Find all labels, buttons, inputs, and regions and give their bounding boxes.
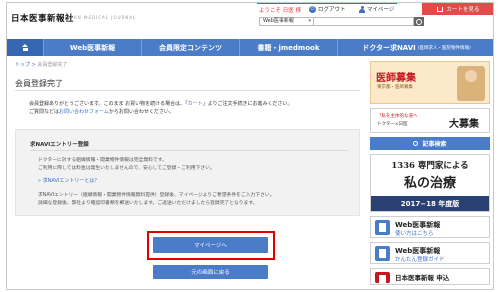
banner-subtitle: かんたん登録ガイド: [395, 257, 445, 263]
banner-subtitle: 「私を主体的な道へ: [377, 114, 418, 119]
main-nav: Web医事新報 会員限定コンテンツ 書籍・jmedmook ドクター求NAVI …: [7, 39, 493, 56]
web-register-banner[interactable]: Web医事新報 かんたん登録ガイド: [370, 242, 490, 264]
nav-label: 会員限定コンテンツ: [159, 43, 222, 52]
banner-title: 大募集: [449, 119, 479, 130]
contact-message: ご質問などはお問い合わせフォームからお問い合わせください。: [29, 108, 174, 115]
nav-web-ijishinpo[interactable]: Web医事新報: [44, 39, 142, 56]
mypage-button[interactable]: マイページへ: [153, 237, 268, 253]
panel-divider: [30, 150, 348, 151]
book-edition: 2017−18 年度版: [371, 196, 489, 211]
logout-link[interactable]: ⏻ ログアウト: [309, 5, 346, 13]
panel-text: ご利用に際しては料金は発生いたしませんので、安心してご登録・ご利用下さい。: [38, 166, 215, 171]
welcome-text: ようこそ 日医 様: [259, 8, 301, 14]
nav-label: Web医事新報: [69, 43, 116, 52]
logo-subtitle: JAPAN MEDICAL JOURNAL: [65, 15, 137, 20]
magazine-icon: [375, 272, 390, 284]
logout-icon: ⏻: [309, 5, 316, 13]
thanks-message: 会員登録ありがとうございます。このまま お買い物を続ける場合は、「カート」よりご…: [29, 100, 293, 107]
subscription-banner[interactable]: 日本医事新報 申込: [370, 268, 490, 285]
banner-text: ドクター×日医: [377, 122, 408, 127]
document-icon: [375, 220, 390, 235]
doctor-photo: [457, 66, 485, 101]
panel-title: 求NAVIエントリー登録: [30, 142, 89, 148]
nav-sublabel: (医師求人・医院物件情報): [417, 45, 471, 51]
mypage-label: マイページ: [367, 7, 395, 13]
msg-text: 会員登録ありがとうございます。このまま お買い物を続ける場合は、「: [29, 101, 188, 107]
msg-text: 」よりご注文手続きにお進みください。: [202, 101, 293, 107]
search-icon: [413, 141, 419, 146]
banner-subtitle: 使い方はこちら: [395, 231, 434, 237]
page-title: 会員登録完了: [15, 79, 63, 88]
banner-title: 医師募集: [376, 73, 416, 84]
breadcrumb: トップ > 会員登録完了: [15, 61, 67, 68]
mypage-link[interactable]: マイページ: [359, 5, 394, 13]
msg-text: からお問い合わせください。: [108, 109, 174, 115]
search-input[interactable]: [314, 17, 414, 26]
cart-button[interactable]: カートを見る: [422, 3, 493, 15]
header-accent-line: [257, 3, 397, 4]
panel-text: ドクターに対する組織情報・開業物件情報は完全無料です。: [38, 158, 167, 163]
cart-label: カートを見る: [446, 7, 480, 13]
book-line1: 1336 専門家による: [391, 161, 469, 171]
navi-entry-info-link[interactable]: » 求NAVIエントリーとは？: [38, 177, 99, 184]
navi-entry-panel: 求NAVIエントリー登録 ドクターに対する組織情報・開業物件情報は完全無料です。…: [15, 129, 360, 216]
back-button[interactable]: 元の画面に戻る: [153, 265, 268, 279]
nav-books[interactable]: 書籍・jmedmook: [240, 39, 338, 56]
search-icon[interactable]: [414, 17, 424, 26]
breadcrumb-separator: >: [31, 62, 36, 68]
msg-text: ご質問などは: [29, 109, 60, 115]
doctor-recruit-banner[interactable]: 医師募集 東京都・医師募集: [370, 61, 490, 104]
book-title: 私の治療: [403, 176, 456, 191]
logout-label: ログアウト: [318, 7, 346, 13]
nav-members-content[interactable]: 会員限定コンテンツ: [142, 39, 240, 56]
contact-form-link[interactable]: お問い合わせフォーム: [59, 109, 109, 115]
search-category-select[interactable]: Web医事新報: [259, 17, 314, 26]
title-divider: [15, 90, 360, 91]
book-banner[interactable]: 1336 専門家による 私の治療 2017−18 年度版: [370, 154, 490, 212]
nav-label: 書籍・jmedmook: [257, 43, 320, 52]
cart-icon: [437, 6, 444, 12]
breadcrumb-top[interactable]: トップ: [15, 62, 30, 68]
document-icon: [375, 246, 390, 261]
article-search-label: 記事検索: [422, 141, 447, 148]
breadcrumb-current: 会員登録完了: [37, 62, 68, 68]
cart-link[interactable]: カート: [188, 101, 203, 107]
nav-home[interactable]: [7, 39, 44, 56]
large-recruit-banner[interactable]: 「私を主体的な道へ ドクター×日医 大募集: [370, 108, 490, 133]
web-usage-banner[interactable]: Web医事新報 使い方はこちら: [370, 216, 490, 238]
user-icon: [359, 5, 365, 13]
banner-title: 日本医事新報 申込: [395, 274, 450, 282]
browser-page: 日本医事新報社 JAPAN MEDICAL JOURNAL ようこそ 日医 様 …: [6, 2, 494, 290]
nav-doctor-navi[interactable]: ドクター求NAVI (医師求人・医院物件情報): [338, 39, 493, 56]
article-search-button[interactable]: 記事検索: [370, 137, 490, 150]
banner-subtitle: 東京都・医師募集: [377, 85, 413, 90]
home-icon: [21, 44, 29, 51]
nav-label: ドクター求NAVI: [362, 43, 416, 52]
panel-text: 詳細な登録後、弊社より確認印書類を郵送いたします。ご返送いただけましたら登録完了…: [38, 201, 258, 206]
panel-text: 求NAVIエントリー（組織情報・開業物件情報無料提供）登録後、マイページよりご希…: [38, 193, 275, 198]
